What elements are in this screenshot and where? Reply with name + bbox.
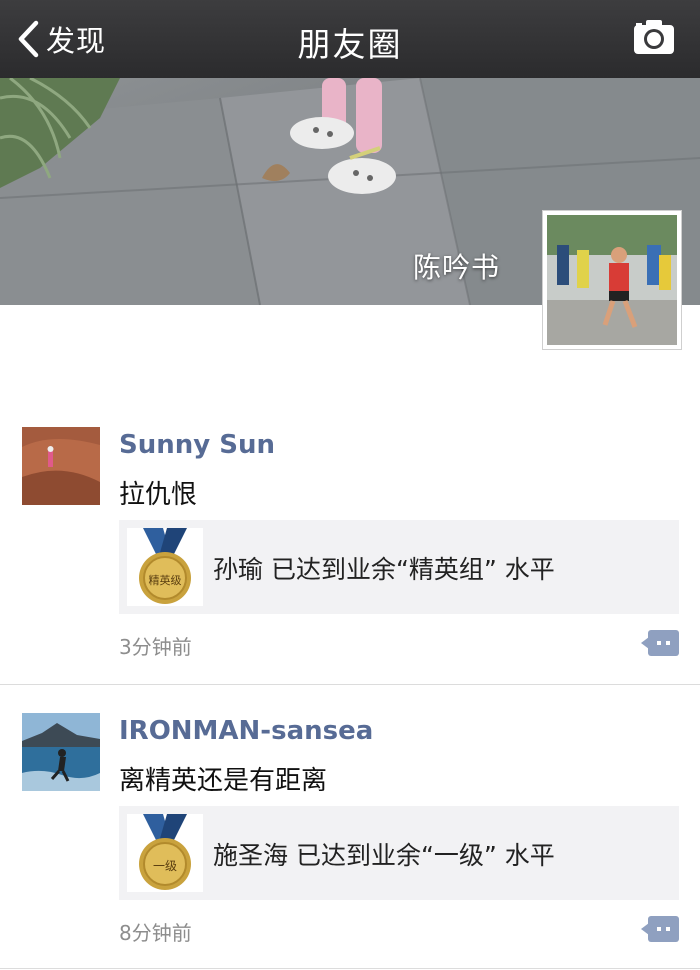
- comment-icon[interactable]: [641, 916, 679, 942]
- post-timestamp: 3分钟前: [119, 635, 192, 659]
- shared-link-title: 孙瑜 已达到业余“精英组” 水平: [213, 555, 555, 584]
- medal-thumbnail: 一级: [127, 814, 203, 892]
- cover-owner-name: 陈吟书: [412, 251, 500, 284]
- shared-link-card[interactable]: 一级 施圣海 已达到业余“一级” 水平: [119, 806, 679, 900]
- medal-icon: 一级: [139, 814, 191, 890]
- medal-icon: 精英级: [139, 528, 191, 604]
- avatar-image: [547, 215, 677, 345]
- avatar-image: [22, 713, 100, 791]
- navbar: 发现 朋友圈: [0, 0, 700, 78]
- shared-link-title: 施圣海 已达到业余“一级” 水平: [213, 841, 555, 870]
- page-title: 朋友圈: [297, 25, 403, 64]
- avatar-image: [22, 427, 100, 505]
- shared-link-card[interactable]: 精英级 孙瑜 已达到业余“精英组” 水平: [119, 520, 679, 614]
- medal-thumbnail: 精英级: [127, 528, 203, 606]
- post-text: 离精英还是有距离: [119, 766, 328, 796]
- post-username[interactable]: IRONMAN-sansea: [119, 716, 373, 746]
- post-divider: [0, 684, 700, 685]
- post-timestamp: 8分钟前: [119, 921, 192, 945]
- user-avatar[interactable]: [22, 427, 100, 505]
- post-text: 拉仇恨: [119, 480, 198, 510]
- post-divider: [0, 968, 700, 969]
- comment-icon[interactable]: [641, 630, 679, 656]
- medal-label: 精英级: [149, 573, 182, 587]
- profile-avatar[interactable]: [542, 210, 682, 350]
- user-avatar[interactable]: [22, 713, 100, 791]
- post-username[interactable]: Sunny Sun: [119, 430, 275, 460]
- medal-label: 一级: [153, 859, 177, 873]
- camera-icon[interactable]: [632, 18, 676, 56]
